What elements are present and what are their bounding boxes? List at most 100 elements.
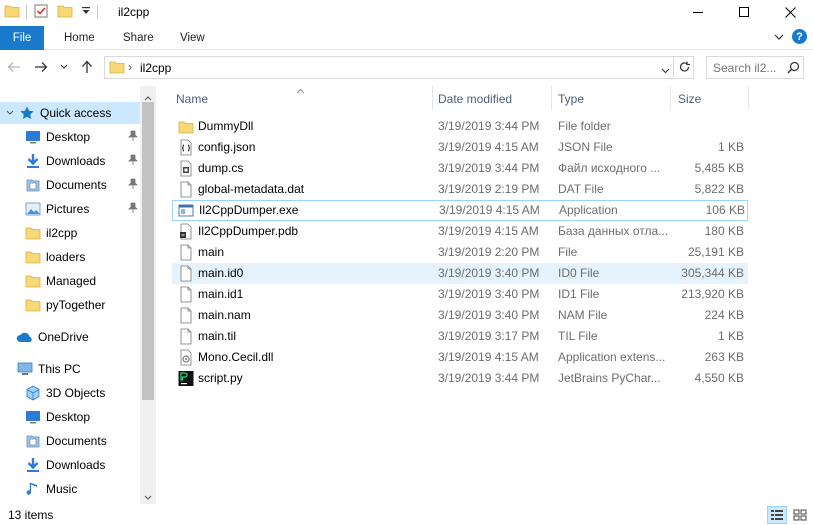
recent-locations-button[interactable]: [57, 57, 71, 77]
json-file-icon: [180, 139, 192, 156]
column-header-size[interactable]: Size: [678, 86, 701, 110]
column-divider[interactable]: [748, 86, 749, 110]
up-button[interactable]: [77, 57, 97, 77]
large-icons-view-button[interactable]: [790, 506, 810, 524]
pin-icon[interactable]: [128, 202, 138, 217]
nav-item-3d-objects[interactable]: 3D Objects: [0, 382, 140, 404]
nav-label: Quick access: [40, 106, 112, 120]
back-button[interactable]: [4, 57, 24, 77]
nav-item-desktop[interactable]: Desktop: [0, 126, 140, 148]
folder-icon: [24, 224, 42, 242]
file-row[interactable]: global-metadata.dat 3/19/2019 2:19 PM DA…: [172, 179, 748, 200]
column-header-name[interactable]: Name: [176, 86, 208, 110]
nav-item-pc-downloads[interactable]: Downloads: [0, 454, 140, 476]
address-bar[interactable]: › il2cpp: [104, 56, 694, 79]
search-icon[interactable]: [787, 61, 800, 77]
column-divider[interactable]: [551, 86, 552, 110]
tab-share[interactable]: Share: [123, 26, 154, 50]
file-date: 3/19/2019 3:40 PM: [438, 287, 540, 301]
file-name: main: [198, 245, 225, 259]
nav-label: 3D Objects: [46, 386, 106, 400]
nav-onedrive[interactable]: OneDrive: [0, 326, 140, 348]
nav-item-pc-desktop[interactable]: Desktop: [0, 406, 140, 428]
scroll-down-icon[interactable]: [144, 490, 152, 504]
file-type: Файл исходного ...: [558, 161, 661, 175]
file-icon: [180, 265, 192, 282]
pin-icon[interactable]: [128, 130, 138, 145]
customize-toolbar-icon[interactable]: [81, 5, 91, 20]
maximize-icon: [739, 7, 749, 17]
file-row[interactable]: main 3/19/2019 2:20 PM File 25,191 KB: [172, 242, 748, 263]
source-file-icon: [180, 160, 192, 177]
column-header-type[interactable]: Type: [558, 86, 584, 110]
column-divider[interactable]: [670, 86, 671, 110]
file-row[interactable]: main.id0 3/19/2019 3:40 PM ID0 File 305,…: [172, 263, 748, 284]
properties-icon[interactable]: [33, 3, 49, 22]
details-view-icon: [771, 510, 783, 520]
column-divider[interactable]: [432, 86, 433, 110]
refresh-icon[interactable]: [678, 60, 691, 77]
navigation-scrollbar[interactable]: [140, 86, 156, 504]
file-name: Il2CppDumper.pdb: [198, 224, 299, 238]
pin-icon[interactable]: [128, 178, 138, 193]
minimize-button[interactable]: [675, 0, 721, 24]
file-date: 3/19/2019 3:44 PM: [438, 161, 540, 175]
nav-label: This PC: [38, 362, 81, 376]
search-input[interactable]: [707, 57, 783, 78]
close-button[interactable]: [767, 0, 813, 24]
pin-icon[interactable]: [128, 154, 138, 169]
file-row[interactable]: main.til 3/19/2019 3:17 PM TIL File 1 KB: [172, 326, 748, 347]
search-box[interactable]: [706, 56, 804, 79]
nav-label: Documents: [46, 178, 107, 192]
nav-label: Pictures: [46, 202, 90, 216]
file-row[interactable]: Il2CppDumper.exe 3/19/2019 4:15 AM Appli…: [172, 200, 748, 221]
maximize-button[interactable]: [721, 0, 767, 24]
file-name: main.til: [198, 329, 237, 343]
help-icon[interactable]: ?: [792, 29, 807, 44]
scrollbar-thumb[interactable]: [142, 102, 154, 400]
file-type: DAT File: [558, 182, 604, 196]
breadcrumb-il2cpp[interactable]: il2cpp: [140, 61, 171, 75]
nav-item-music[interactable]: Music: [0, 478, 140, 500]
nav-item-pytogether[interactable]: pyTogether: [0, 294, 140, 316]
breadcrumb-separator[interactable]: ›: [128, 60, 132, 74]
address-dropdown-icon[interactable]: [661, 63, 670, 77]
details-view-button[interactable]: [767, 506, 787, 524]
desktop-icon: [24, 128, 42, 146]
file-size: 180 KB: [704, 224, 744, 238]
file-row[interactable]: Il2CppDumper.pdb 3/19/2019 4:15 AM База …: [172, 221, 748, 242]
nav-item-documents[interactable]: Documents: [0, 174, 140, 196]
arrow-up-icon: [82, 60, 92, 73]
address-divider: [673, 57, 674, 78]
nav-item-il2cpp[interactable]: il2cpp: [0, 222, 140, 244]
file-row[interactable]: script.py 3/19/2019 3:44 PM JetBrains Py…: [172, 368, 748, 389]
nav-item-pc-documents[interactable]: Documents: [0, 430, 140, 452]
star-icon: [18, 104, 36, 122]
nav-item-downloads[interactable]: Downloads: [0, 150, 140, 172]
new-folder-icon[interactable]: [57, 4, 73, 21]
expand-ribbon-icon[interactable]: [774, 30, 784, 44]
address-row: › il2cpp: [0, 52, 813, 82]
file-row[interactable]: config.json 3/19/2019 4:15 AM JSON File …: [172, 137, 748, 158]
file-row[interactable]: dump.cs 3/19/2019 3:44 PM Файл исходного…: [172, 158, 748, 179]
file-row[interactable]: main.nam 3/19/2019 3:40 PM NAM File 224 …: [172, 305, 748, 326]
chevron-down-icon[interactable]: [6, 106, 14, 120]
tab-home[interactable]: Home: [64, 26, 95, 50]
nav-item-pictures[interactable]: Pictures: [0, 198, 140, 220]
file-size: 25,191 KB: [687, 245, 744, 259]
file-name: main.id0: [198, 266, 244, 280]
nav-item-loaders[interactable]: loaders: [0, 246, 140, 268]
large-icons-view-icon: [793, 509, 807, 521]
nav-item-managed[interactable]: Managed: [0, 270, 140, 292]
nav-quick-access[interactable]: Quick access: [0, 102, 140, 124]
column-header-date[interactable]: Date modified: [438, 86, 512, 110]
file-row[interactable]: Mono.Cecil.dll 3/19/2019 4:15 AM Applica…: [172, 347, 748, 368]
file-type: База данных отла...: [558, 224, 669, 238]
file-name: script.py: [198, 371, 243, 385]
tab-view[interactable]: View: [180, 26, 205, 50]
file-row[interactable]: main.id1 3/19/2019 3:40 PM ID1 File 213,…: [172, 284, 748, 305]
forward-button[interactable]: [31, 57, 51, 77]
tab-file[interactable]: File: [0, 26, 44, 50]
nav-this-pc[interactable]: This PC: [0, 358, 140, 380]
file-row[interactable]: DummyDll 3/19/2019 3:44 PM File folder: [172, 116, 748, 137]
